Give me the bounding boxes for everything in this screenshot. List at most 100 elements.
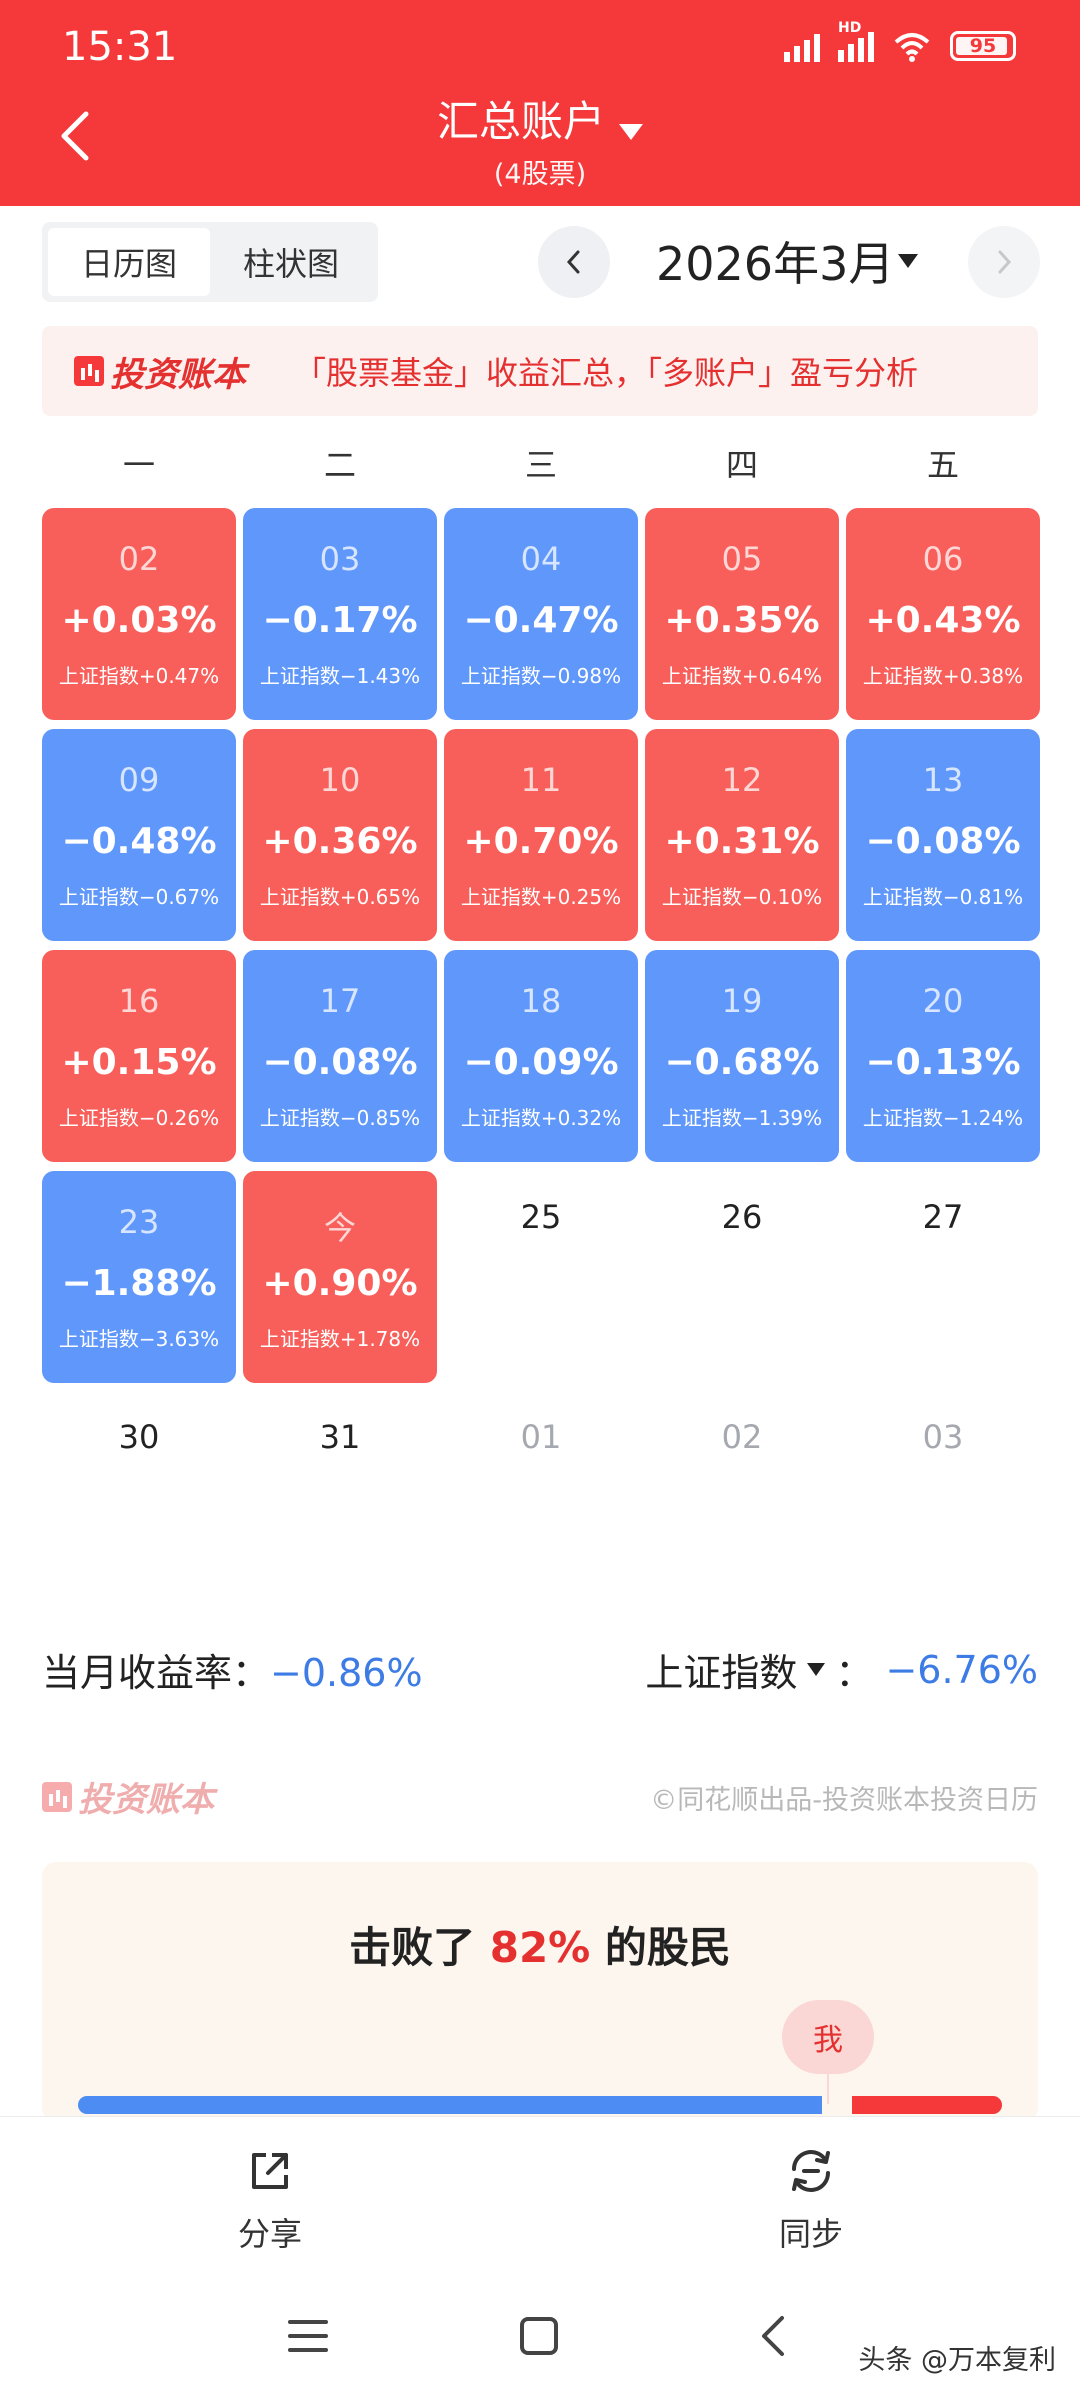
day-index-return: 上证指数−0.81% [862,885,1024,909]
day-index-return: 上证指数+1.78% [259,1327,421,1351]
menu-icon[interactable] [286,2316,330,2356]
weekday-mon: 一 [122,446,155,484]
wifi-icon [894,33,930,62]
index-return[interactable]: 上证指数 ： −6.76% [645,1642,1038,1697]
calendar-day-empty[interactable]: 31 [243,1418,437,1456]
view-toggle: 日历图 柱状图 [42,222,378,302]
calendar-day-next-month[interactable]: 02 [645,1418,839,1456]
sync-button[interactable]: 同步 [711,2147,911,2255]
home-icon[interactable] [518,2314,560,2358]
me-marker-line [827,2074,829,2104]
status-time: 15:31 [62,24,178,70]
brand-footer-text: 投资账本 [78,1780,214,1820]
calendar-day[interactable]: 11 +0.70% 上证指数+0.25% [444,729,638,941]
banner-text: 「股票基金」收益汇总，「多账户」盈亏分析 [294,354,919,392]
ranking-prefix: 击败了 [349,1923,490,1972]
month-return-value: −0.86% [270,1651,423,1695]
calendar-day-today[interactable]: 今 +0.90% 上证指数+1.78% [243,1171,437,1383]
next-month-button[interactable] [968,226,1040,298]
calendar-day[interactable]: 04 −0.47% 上证指数−0.98% [444,508,638,720]
day-return: −0.47% [463,600,619,641]
day-return: +0.03% [61,600,217,641]
calendar-day-next-month[interactable]: 01 [444,1418,638,1456]
calendar-day[interactable]: 02 +0.03% 上证指数+0.47% [42,508,236,720]
day-return: −0.13% [865,1042,1021,1083]
brand-footer-logo: 投资账本 [42,1772,214,1821]
chart-logo-icon [42,1781,72,1812]
calendar-day[interactable]: 06 +0.43% 上证指数+0.38% [846,508,1040,720]
calendar-day[interactable]: 10 +0.36% 上证指数+0.65% [243,729,437,941]
day-number: 10 [319,761,361,799]
ranking-suffix: 的股民 [590,1923,731,1972]
caret-down-icon [807,1663,826,1676]
copyright-text: ©同花顺出品-投资账本投资日历 [650,1785,1038,1816]
day-number: 16 [118,982,160,1020]
day-number: 05 [721,540,763,578]
chevron-right-icon [998,250,1012,274]
day-number: 18 [520,982,562,1020]
calendar-day[interactable]: 19 −0.68% 上证指数−1.39% [645,950,839,1162]
chevron-left-icon [566,250,580,274]
day-index-return: 上证指数+0.64% [661,664,823,688]
month-return-label: 当月收益率： [42,1651,271,1695]
calendar-day-next-month[interactable]: 03 [846,1418,1040,1456]
calendar-day[interactable]: 09 −0.48% 上证指数−0.67% [42,729,236,941]
month-label[interactable]: 2026年3月 [656,228,894,294]
calendar-day[interactable]: 20 −0.13% 上证指数−1.24% [846,950,1040,1162]
caret-down-icon[interactable] [898,254,918,268]
ranking-card: 击败了 82% 的股民 我 [42,1862,1038,2122]
day-return: −0.48% [61,821,217,862]
day-index-return: 上证指数−0.85% [259,1106,421,1130]
share-label: 分享 [237,2215,302,2253]
calendar-day[interactable]: 05 +0.35% 上证指数+0.64% [645,508,839,720]
status-icons: HD 95 [784,20,1016,62]
day-return: +0.15% [61,1042,217,1083]
calendar-day[interactable]: 03 −0.17% 上证指数−1.43% [243,508,437,720]
calendar-day[interactable]: 18 −0.09% 上证指数+0.32% [444,950,638,1162]
network-label: HD [838,20,862,36]
calendar-day[interactable]: 12 +0.31% 上证指数−0.10% [645,729,839,941]
signal-icon [784,30,820,62]
tab-bar-chart[interactable]: 柱状图 [210,228,372,296]
ranking-bar-ahead [852,2096,1002,2114]
day-index-return: 上证指数−0.26% [58,1106,220,1130]
index-return-value: −6.76% [885,1647,1038,1692]
day-index-return: 上证指数−0.98% [460,664,622,688]
sync-icon [792,2150,830,2192]
tab-calendar[interactable]: 日历图 [48,228,210,296]
day-return: +0.70% [463,821,619,862]
day-return: +0.36% [262,821,418,862]
day-number: 19 [721,982,763,1020]
ranking-percent: 82% [489,1923,591,1972]
bottom-action-bar: 分享 同步 [0,2116,1080,2286]
day-index-return: 上证指数+0.32% [460,1106,622,1130]
nav-back-icon[interactable] [756,2314,790,2358]
day-index-return: 上证指数−0.67% [58,885,220,909]
calendar-day-empty[interactable]: 26 [645,1198,839,1236]
day-number: 13 [922,761,964,799]
calendar-day-empty[interactable]: 27 [846,1198,1040,1236]
battery-level: 95 [969,35,997,57]
day-index-return: 上证指数+0.65% [259,885,421,909]
day-number: 11 [520,761,562,799]
day-number: 17 [319,982,361,1020]
caret-down-icon [619,123,643,140]
share-button[interactable]: 分享 [170,2147,370,2255]
day-return: +0.31% [664,821,820,862]
day-number: 12 [721,761,763,799]
prev-month-button[interactable] [538,226,610,298]
calendar-day[interactable]: 17 −0.08% 上证指数−0.85% [243,950,437,1162]
weekday-thu: 四 [725,446,758,484]
watermark: 头条 @万本复利 [858,2345,1056,2376]
calendar-day-empty[interactable]: 30 [42,1418,236,1456]
calendar-day[interactable]: 16 +0.15% 上证指数−0.26% [42,950,236,1162]
ranking-bar-beaten [78,2096,822,2114]
calendar-day[interactable]: 13 −0.08% 上证指数−0.81% [846,729,1040,941]
account-selector[interactable]: 汇总账户 [0,88,1080,149]
calendar-day[interactable]: 23 −1.88% 上证指数−3.63% [42,1171,236,1383]
day-number: 09 [118,761,160,799]
calendar-day-empty[interactable]: 25 [444,1198,638,1236]
day-number: 今 [323,1209,356,1247]
day-return: +0.43% [865,600,1021,641]
promo-banner[interactable]: 投资账本 「股票基金」收益汇总，「多账户」盈亏分析 [42,326,1038,416]
